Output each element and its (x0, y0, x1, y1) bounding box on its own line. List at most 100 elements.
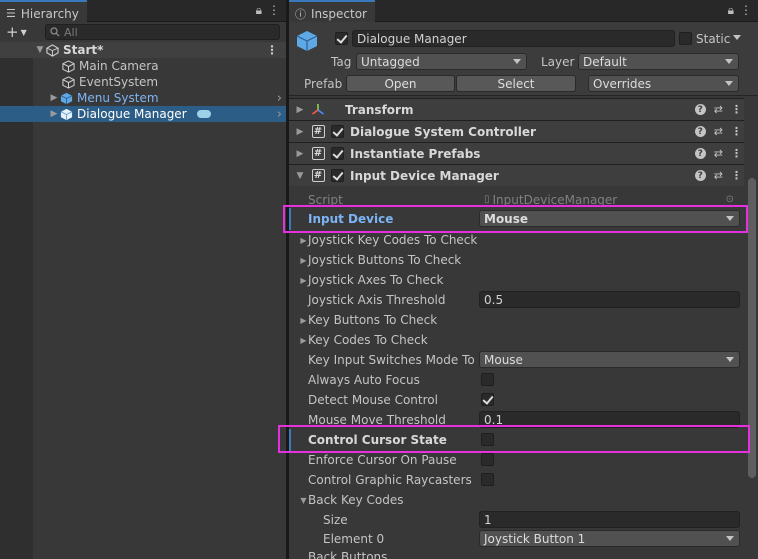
help-icon[interactable]: ? (694, 148, 706, 159)
key-buttons-foldout[interactable]: ▶ Key Buttons To Check (300, 311, 437, 329)
joystick-buttons-foldout[interactable]: ▶ Joystick Buttons To Check (300, 251, 462, 269)
chevron-right-icon[interactable]: › (277, 107, 282, 122)
chevron-right-icon[interactable]: › (277, 91, 282, 106)
always-auto-focus-label: Always Auto Focus (308, 373, 420, 387)
kebab-menu-icon[interactable]: ⋮ (731, 147, 742, 160)
help-icon[interactable]: ? (694, 126, 706, 137)
enforce-cursor-on-pause-checkbox[interactable] (481, 453, 494, 466)
hierarchy-search[interactable]: All (45, 24, 280, 40)
hierarchy-item-label: Main Camera (79, 59, 159, 73)
element0-dropdown[interactable]: Joystick Button 1 (479, 530, 740, 547)
active-checkbox[interactable] (335, 32, 348, 45)
preset-sliders-icon[interactable]: ⇄ (714, 125, 723, 138)
script-hash-icon: # (311, 125, 325, 138)
kebab-menu-icon[interactable]: ⋮ (740, 3, 752, 18)
component-name: Input Device Manager (350, 168, 499, 183)
expand-arrow-icon[interactable]: ▶ (48, 109, 60, 119)
hierarchy-tab[interactable]: ☰ Hierarchy (0, 0, 87, 22)
foldout-label: Joystick Key Codes To Check (308, 233, 478, 247)
component-instantiate-prefabs[interactable]: ▶ # Instantiate Prefabs ? ⇄ ⋮ (289, 142, 744, 164)
foldout-arrow-icon: ▶ (300, 275, 307, 285)
tag-value: Untagged (361, 54, 420, 69)
hierarchy-toolbar: + ▼ All (0, 22, 286, 42)
help-icon[interactable]: ? (694, 104, 706, 115)
foldout-label: Joystick Buttons To Check (308, 253, 462, 267)
inspector-tab[interactable]: ⓘ Inspector (289, 0, 375, 22)
kebab-menu-icon[interactable]: ⋮ (268, 3, 280, 18)
size-field[interactable]: 1 (479, 511, 740, 528)
joystick-axes-foldout[interactable]: ▶ Joystick Axes To Check (300, 271, 443, 289)
layer-dropdown[interactable]: Default (578, 53, 739, 70)
inspector-tab-controls: 🔒︎ ⋮ (728, 3, 752, 18)
component-controls: ? ⇄ ⋮ (694, 103, 742, 116)
component-input-device-manager[interactable]: ▼ # Input Device Manager ? ⇄ ⋮ (289, 164, 744, 186)
component-enabled-checkbox[interactable] (331, 147, 344, 160)
expand-arrow-icon[interactable]: ▶ (293, 105, 307, 115)
add-button[interactable]: + ▼ (6, 23, 34, 41)
foldout-label: Back Key Codes (308, 493, 404, 507)
component-name: Transform (345, 102, 414, 117)
expand-arrow-icon[interactable]: ▶ (293, 149, 307, 159)
prefab-open-button[interactable]: Open (346, 75, 455, 92)
component-controls: ? ⇄ ⋮ (694, 125, 742, 138)
scene-label: Start* (63, 43, 104, 57)
object-picker-icon: ⊙ (725, 194, 734, 205)
preset-sliders-icon[interactable]: ⇄ (714, 103, 723, 116)
help-icon[interactable]: ? (694, 170, 706, 181)
component-dialogue-system-controller[interactable]: ▶ # Dialogue System Controller ? ⇄ ⋮ (289, 120, 744, 142)
static-checkbox[interactable] (679, 32, 692, 45)
hierarchy-item-eventsystem[interactable]: EventSystem (0, 74, 286, 90)
prefab-cube-icon (296, 31, 318, 51)
control-graphic-raycasters-checkbox[interactable] (481, 473, 494, 486)
static-dropdown-icon[interactable] (733, 35, 741, 40)
prefab-select-button[interactable]: Select (456, 75, 576, 92)
script-icon-wrap: # (311, 169, 325, 183)
tag-dropdown[interactable]: Untagged (356, 53, 527, 70)
component-transform[interactable]: ▶ Transform ? ⇄ ⋮ (289, 98, 744, 120)
key-codes-foldout[interactable]: ▶ Key Codes To Check (300, 331, 427, 349)
foldout-arrow-icon: ▶ (300, 255, 307, 265)
collapse-arrow-icon[interactable]: ▼ (293, 171, 307, 181)
lock-icon[interactable]: 🔒︎ (256, 3, 262, 18)
preset-sliders-icon[interactable]: ⇄ (714, 169, 723, 182)
inspector-panel: ⓘ Inspector 🔒︎ ⋮ Dialogue Manager Static… (289, 0, 758, 559)
hierarchy-item-dialogue-manager[interactable]: ▶ Dialogue Manager › (0, 106, 286, 122)
always-auto-focus-checkbox[interactable] (481, 373, 494, 386)
key-input-switches-label: Key Input Switches Mode To (308, 353, 475, 367)
object-name-field[interactable]: Dialogue Manager (352, 30, 675, 47)
control-graphic-raycasters-label: Control Graphic Raycasters (308, 473, 472, 487)
expand-arrow-icon[interactable]: ▼ (34, 45, 46, 55)
component-controls: ? ⇄ ⋮ (694, 147, 742, 160)
overrides-value: Overrides (593, 76, 652, 91)
joystick-key-codes-foldout[interactable]: ▶ Joystick Key Codes To Check (300, 231, 478, 249)
element0-label: Element 0 (323, 532, 385, 546)
info-icon: ⓘ (295, 7, 306, 21)
kebab-menu-icon[interactable]: ⋮ (731, 125, 742, 138)
preset-sliders-icon[interactable]: ⇄ (714, 147, 723, 160)
scene-menu-icon[interactable]: ⋮ (266, 43, 278, 57)
kebab-menu-icon[interactable]: ⋮ (731, 169, 742, 182)
chevron-down-icon (725, 59, 733, 64)
expand-arrow-icon[interactable]: ▶ (293, 127, 307, 137)
expand-arrow-icon[interactable]: ▶ (48, 93, 60, 103)
key-input-switches-value: Mouse (484, 352, 523, 367)
chevron-down-icon: ▼ (20, 27, 27, 37)
enforce-cursor-on-pause-label: Enforce Cursor On Pause (308, 453, 457, 467)
lock-icon[interactable]: 🔒︎ (728, 3, 734, 18)
transform-icon (311, 103, 325, 117)
detect-mouse-control-checkbox[interactable] (481, 393, 494, 406)
foldout-arrow-icon: ▶ (300, 235, 307, 245)
back-key-codes-foldout[interactable]: ▼ Back Key Codes (300, 491, 404, 509)
back-buttons-foldout[interactable]: ▶Back Buttons (308, 550, 387, 559)
prefab-overrides-dropdown[interactable]: Overrides (588, 75, 739, 92)
key-input-switches-dropdown[interactable]: Mouse (479, 351, 740, 368)
hierarchy-item-main-camera[interactable]: Main Camera (0, 58, 286, 74)
gameobject-cube-icon (62, 75, 75, 89)
hierarchy-item-menu-system[interactable]: ▶ Menu System › (0, 90, 286, 106)
scene-row[interactable]: ▼ Start* ⋮ (0, 42, 286, 58)
kebab-menu-icon[interactable]: ⋮ (731, 103, 742, 116)
joystick-axis-threshold-field[interactable]: 0.5 (479, 291, 740, 308)
component-enabled-checkbox[interactable] (331, 169, 344, 182)
chevron-down-icon (725, 81, 733, 86)
component-enabled-checkbox[interactable] (331, 125, 344, 138)
